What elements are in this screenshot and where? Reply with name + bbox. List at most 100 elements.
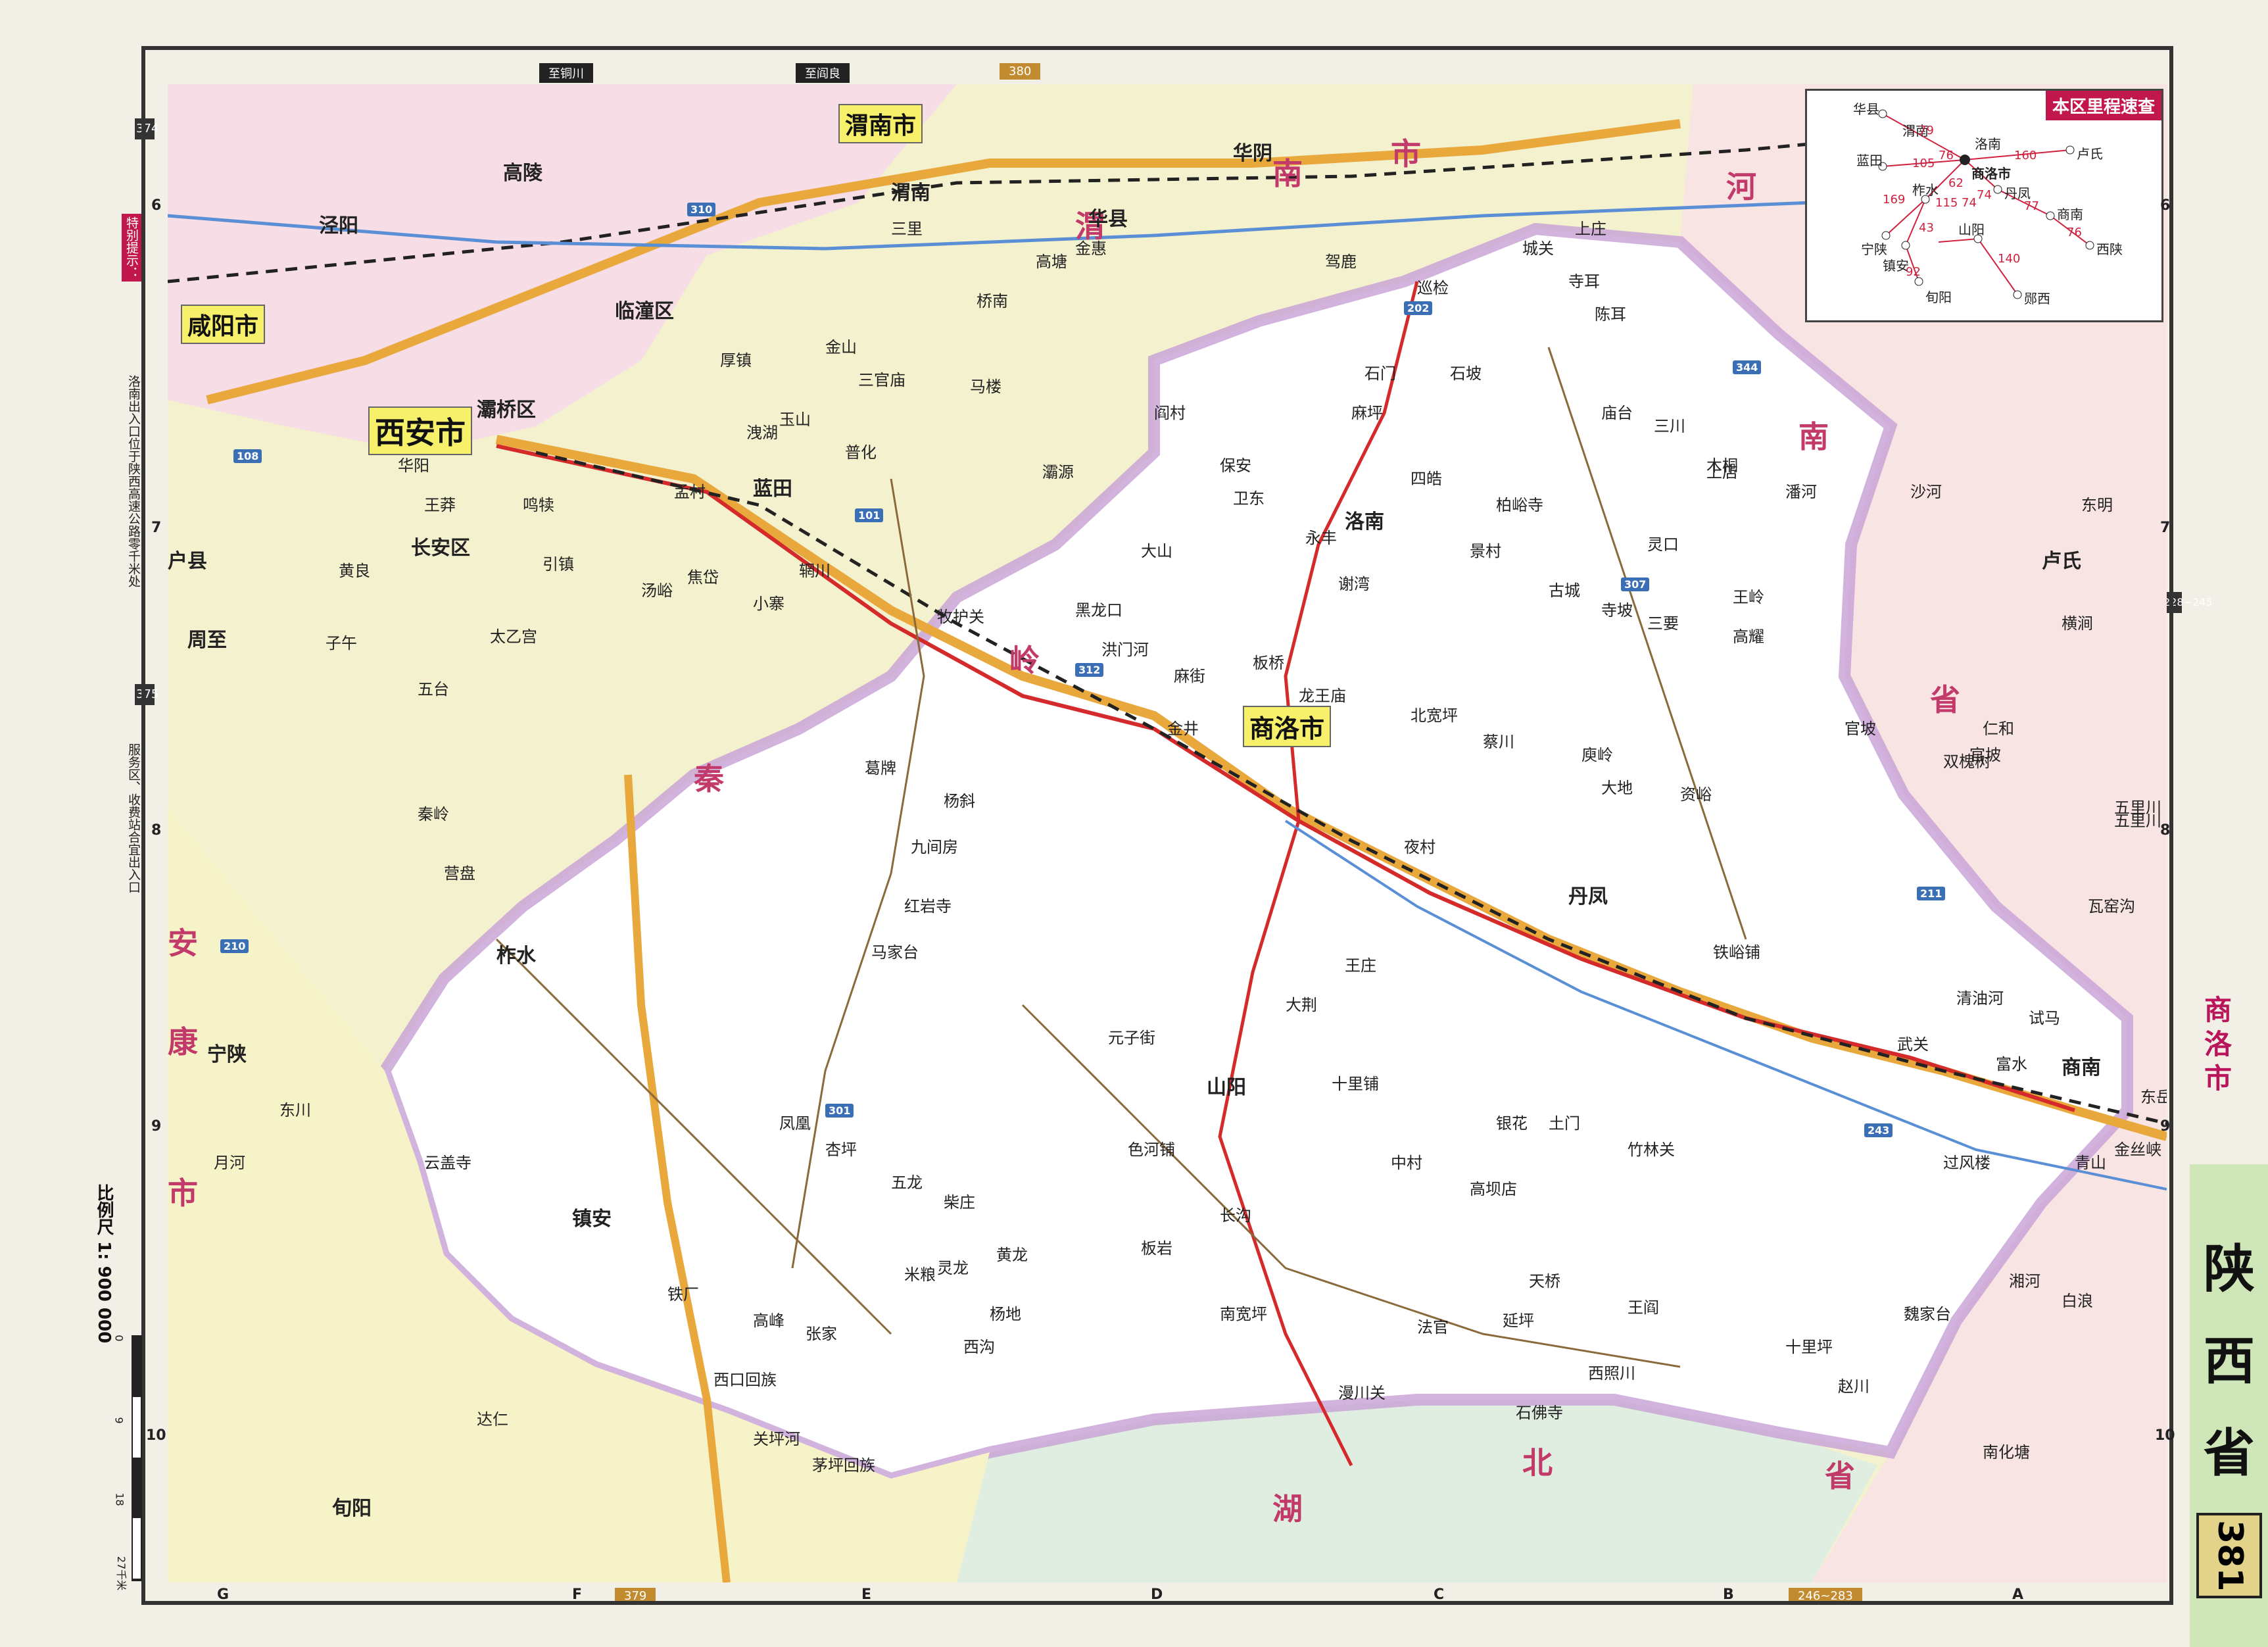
town-huayang[interactable]: 华阳: [398, 453, 429, 476]
town-hongmenhe[interactable]: 洪门河: [1101, 637, 1149, 660]
town-wutai[interactable]: 五台: [418, 676, 449, 699]
town-tieyupu[interactable]: 铁峪铺: [1713, 939, 1760, 962]
town-sipo[interactable]: 寺坡: [1601, 597, 1633, 620]
town-xigou[interactable]: 西沟: [963, 1334, 995, 1357]
town-xunjian[interactable]: 巡检: [1417, 275, 1449, 298]
town-caichuan[interactable]: 蔡川: [1483, 729, 1514, 752]
town-yinhua[interactable]: 银花: [1496, 1110, 1528, 1133]
town-maping[interactable]: 麻坪: [1351, 400, 1383, 423]
town-lushi[interactable]: 卢氏: [2042, 545, 2081, 574]
town-wangling[interactable]: 王岭: [1733, 584, 1764, 607]
city-xianyang[interactable]: 咸阳市: [181, 305, 266, 344]
town-shiliping[interactable]: 十里坪: [1785, 1334, 1833, 1357]
town-yinzhen[interactable]: 引镇: [543, 551, 574, 574]
town-jingyang[interactable]: 泾阳: [319, 209, 358, 238]
town-manchuanguan[interactable]: 漫川关: [1338, 1380, 1386, 1403]
town-dajing[interactable]: 大荆: [1286, 992, 1317, 1015]
town-tangyu[interactable]: 汤峪: [641, 578, 673, 601]
town-gaofeng[interactable]: 高峰: [753, 1308, 784, 1331]
town-changgou[interactable]: 长沟: [1220, 1202, 1251, 1225]
town-shimen[interactable]: 石门: [1364, 360, 1396, 383]
city-tab-label[interactable]: 商洛市: [2195, 993, 2241, 1096]
town-baoan[interactable]: 保安: [1220, 453, 1251, 476]
town-shahe[interactable]: 沙河: [1910, 479, 1942, 502]
town-maopinghuizu[interactable]: 茅坪回族: [812, 1452, 875, 1475]
town-dongyue[interactable]: 东岳: [2140, 1084, 2167, 1107]
town-mingdu[interactable]: 鸣犊: [523, 492, 554, 515]
town-yuling[interactable]: 庾岭: [1581, 742, 1613, 765]
town-gaoling[interactable]: 高陵: [503, 157, 543, 185]
town-shuanghuaishu[interactable]: 双槐树: [1943, 749, 1991, 772]
town-weinan-label[interactable]: 渭南: [891, 176, 930, 205]
town-jiaodai[interactable]: 焦岱: [687, 564, 719, 587]
town-beikuanping[interactable]: 北宽坪: [1411, 702, 1458, 725]
town-hongyansi[interactable]: 红岩寺: [904, 893, 952, 916]
town-gucheng[interactable]: 古城: [1549, 578, 1580, 601]
town-zhouzhi[interactable]: 周至: [187, 624, 227, 652]
town-chener[interactable]: 陈耳: [1595, 301, 1626, 324]
town-shipo[interactable]: 石坡: [1450, 360, 1482, 383]
town-linglong[interactable]: 灵龙: [937, 1255, 969, 1278]
town-hengjian[interactable]: 横涧: [2062, 610, 2093, 633]
town-yecun[interactable]: 夜村: [1404, 834, 1436, 857]
town-yungaisi[interactable]: 云盖寺: [424, 1150, 471, 1173]
town-qingshan[interactable]: 青山: [2075, 1150, 2106, 1173]
town-lantian[interactable]: 蓝田: [753, 472, 792, 501]
town-qiaonan[interactable]: 桥南: [977, 288, 1008, 311]
town-shangnan[interactable]: 商南: [2062, 1051, 2101, 1080]
town-panhe[interactable]: 潘河: [1785, 479, 1817, 502]
town-guanpinghe[interactable]: 关坪河: [753, 1426, 800, 1449]
town-longwangmiao[interactable]: 龙王庙: [1299, 683, 1346, 706]
town-huangliang[interactable]: 黄良: [339, 558, 370, 581]
town-majiatai[interactable]: 马家台: [871, 939, 919, 962]
town-ziyu[interactable]: 资峪: [1680, 781, 1712, 804]
town-wangzhuang[interactable]: 王庄: [1345, 952, 1376, 975]
town-malou[interactable]: 马楼: [970, 374, 1001, 397]
town-lingkou[interactable]: 灵口: [1647, 531, 1679, 554]
town-gaotang[interactable]: 高塘: [1036, 249, 1067, 272]
town-tumen[interactable]: 土门: [1549, 1110, 1580, 1133]
town-bailang[interactable]: 白浪: [2062, 1288, 2093, 1311]
town-wuguan[interactable]: 武关: [1897, 1031, 1929, 1054]
town-fenghuang[interactable]: 凤凰: [779, 1110, 811, 1133]
town-xikouhuizu[interactable]: 西口回族: [713, 1367, 777, 1390]
town-xiaozhai[interactable]: 小寨: [753, 591, 784, 614]
town-yangdi[interactable]: 杨地: [990, 1301, 1021, 1324]
town-dongchuan[interactable]: 东川: [279, 1097, 311, 1120]
town-yangxie[interactable]: 杨斜: [944, 788, 975, 811]
town-ziwu[interactable]: 子午: [326, 630, 357, 653]
town-jinsixia[interactable]: 金丝峡: [2114, 1137, 2161, 1160]
city-shangluo[interactable]: 商洛市: [1243, 706, 1332, 747]
town-wayaogou[interactable]: 瓦窑沟: [2088, 893, 2135, 916]
town-jinshan[interactable]: 金山: [825, 334, 857, 357]
town-ningshan[interactable]: 宁陕: [207, 1038, 247, 1067]
town-weidong[interactable]: 卫东: [1233, 485, 1265, 508]
town-houzhen[interactable]: 厚镇: [720, 347, 752, 370]
town-huanglong[interactable]: 黄龙: [996, 1242, 1028, 1265]
town-baiyusi[interactable]: 柏峪寺: [1496, 492, 1543, 515]
town-xunyang[interactable]: 旬阳: [332, 1492, 372, 1521]
town-shanyang[interactable]: 山阳: [1207, 1071, 1246, 1100]
town-shilipu[interactable]: 十里铺: [1332, 1071, 1379, 1094]
town-xiehu[interactable]: 洩湖: [746, 420, 778, 443]
town-mutong[interactable]: 木桐: [1706, 453, 1738, 476]
town-guanpo-2[interactable]: 官坡: [1845, 716, 1876, 739]
town-xianghe[interactable]: 湘河: [2009, 1268, 2040, 1291]
town-banyan[interactable]: 板岩: [1141, 1235, 1172, 1258]
town-yushan[interactable]: 玉山: [779, 406, 811, 430]
town-yuehe[interactable]: 月河: [214, 1150, 245, 1173]
town-wulong[interactable]: 五龙: [891, 1169, 923, 1192]
town-miaotai[interactable]: 庙台: [1601, 400, 1633, 423]
town-lintong[interactable]: 临潼区: [615, 295, 674, 324]
town-jialu[interactable]: 驾鹿: [1325, 249, 1357, 272]
town-jingcun[interactable]: 景村: [1470, 538, 1501, 561]
town-shima[interactable]: 试马: [2029, 1005, 2060, 1028]
town-wulichuan-2[interactable]: 五里川: [2114, 795, 2161, 818]
town-wangyan[interactable]: 王阎: [1628, 1294, 1659, 1317]
town-zhulinguan[interactable]: 竹林关: [1628, 1137, 1675, 1160]
town-mengcun[interactable]: 孟村: [674, 479, 706, 502]
town-jinjing[interactable]: 金井: [1167, 716, 1199, 739]
town-huayin[interactable]: 华阴: [1233, 137, 1272, 166]
town-jinhui[interactable]: 金惠: [1075, 235, 1107, 258]
town-gaoyao[interactable]: 高耀: [1733, 624, 1764, 647]
